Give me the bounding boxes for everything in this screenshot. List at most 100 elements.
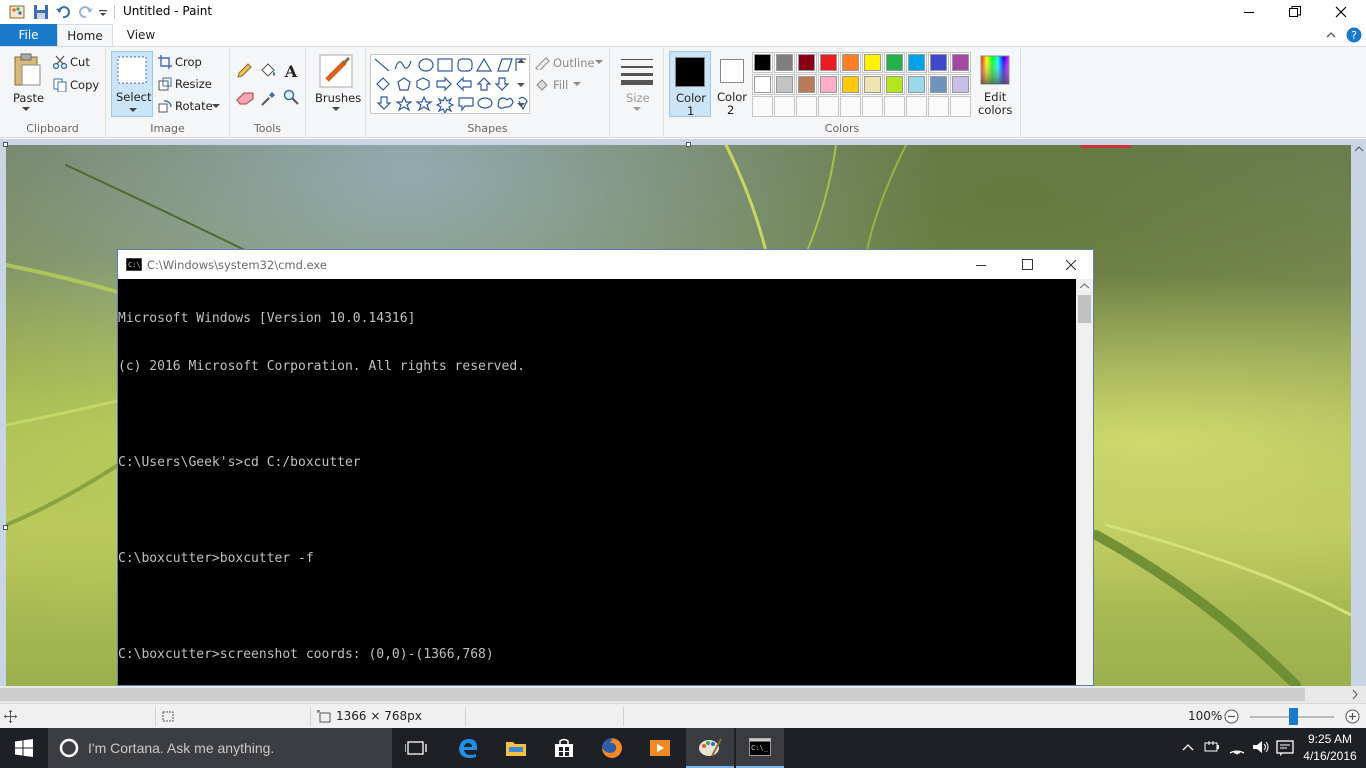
palette-empty-swatch[interactable] — [840, 96, 861, 117]
action-center-icon[interactable] — [1276, 740, 1294, 756]
palette-color-swatch[interactable] — [752, 74, 773, 95]
help-icon[interactable]: ? — [1346, 27, 1362, 43]
cmd-minimize-button[interactable] — [958, 250, 1004, 279]
crop-button[interactable]: Crop — [175, 55, 202, 69]
fill-dropdown-icon[interactable] — [573, 82, 581, 88]
text-icon[interactable]: A — [283, 62, 299, 80]
canvas-resize-handle-left[interactable] — [3, 525, 8, 530]
palette-color-swatch[interactable] — [774, 74, 795, 95]
show-hidden-icons-icon[interactable] — [1182, 742, 1194, 752]
cmd-close-button[interactable] — [1048, 250, 1094, 279]
palette-color-swatch[interactable] — [928, 52, 949, 73]
media-taskbar-button[interactable] — [636, 728, 684, 768]
palette-color-swatch[interactable] — [862, 52, 883, 73]
cut-button[interactable]: Cut — [70, 55, 90, 69]
fill-bucket-icon[interactable] — [259, 62, 277, 80]
cmd-maximize-button[interactable] — [1004, 250, 1050, 279]
crop-icon[interactable] — [158, 55, 172, 69]
palette-empty-swatch[interactable] — [774, 96, 795, 117]
palette-color-swatch[interactable] — [884, 74, 905, 95]
minimize-ribbon-icon[interactable] — [1325, 30, 1337, 40]
magnifier-icon[interactable] — [283, 89, 299, 107]
cmd-scroll-thumb[interactable] — [1078, 295, 1091, 323]
paste-label[interactable]: Paste — [13, 91, 44, 105]
rotate-icon[interactable] — [158, 99, 172, 113]
copy-button[interactable]: Copy — [70, 78, 99, 92]
outline-icon[interactable] — [534, 56, 550, 70]
customize-qat-icon[interactable] — [98, 3, 108, 21]
cmd-title-bar[interactable]: C:\ C:\Windows\system32\cmd.exe — [118, 250, 1093, 279]
horizontal-scrollbar[interactable] — [0, 686, 1366, 703]
palette-color-swatch[interactable] — [950, 52, 971, 73]
palette-color-swatch[interactable] — [774, 52, 795, 73]
palette-empty-swatch[interactable] — [906, 96, 927, 117]
palette-empty-swatch[interactable] — [884, 96, 905, 117]
palette-color-swatch[interactable] — [906, 74, 927, 95]
size-label[interactable]: Size — [626, 91, 650, 105]
palette-color-swatch[interactable] — [840, 52, 861, 73]
cmd-window[interactable]: C:\ C:\Windows\system32\cmd.exe Microsof… — [117, 249, 1094, 702]
palette-color-swatch[interactable] — [818, 74, 839, 95]
task-view-button[interactable] — [392, 728, 440, 768]
firefox-taskbar-button[interactable] — [588, 728, 636, 768]
palette-empty-swatch[interactable] — [796, 96, 817, 117]
shapes-gallery[interactable] — [370, 54, 530, 115]
pencil-icon[interactable] — [236, 63, 252, 79]
resize-icon[interactable] — [158, 77, 172, 91]
color2-button[interactable]: Color 2 — [714, 51, 752, 117]
wifi-icon[interactable] — [1228, 739, 1246, 755]
paste-dropdown-icon[interactable] — [22, 107, 30, 113]
cmd-taskbar-button[interactable]: C:\_ — [736, 728, 784, 768]
select-button[interactable]: Select — [111, 51, 153, 117]
restore-button[interactable] — [1272, 0, 1318, 24]
close-button[interactable] — [1318, 0, 1364, 24]
redo-icon[interactable] — [78, 3, 94, 21]
volume-icon[interactable] — [1252, 740, 1270, 754]
save-icon[interactable] — [33, 3, 49, 21]
brushes-icon[interactable] — [319, 54, 353, 88]
store-taskbar-button[interactable] — [540, 728, 588, 768]
palette-color-swatch[interactable] — [862, 74, 883, 95]
tab-file[interactable]: File — [0, 24, 57, 46]
edge-taskbar-button[interactable] — [444, 728, 492, 768]
cortana-search-box[interactable]: I'm Cortana. Ask me anything. — [48, 728, 392, 768]
outline-button[interactable]: Outline — [553, 56, 595, 70]
vscroll-up-arrow[interactable] — [1353, 143, 1365, 153]
color-picker-icon[interactable] — [260, 89, 276, 107]
palette-empty-swatch[interactable] — [818, 96, 839, 117]
palette-color-swatch[interactable] — [884, 52, 905, 73]
outline-dropdown-icon[interactable] — [595, 60, 603, 66]
scroll-up-icon[interactable] — [1079, 282, 1090, 290]
size-dropdown-icon[interactable] — [633, 107, 641, 113]
tab-home[interactable]: Home — [57, 24, 113, 46]
cmd-output[interactable]: Microsoft Windows [Version 10.0.14316] (… — [118, 279, 1076, 702]
zoom-in-icon[interactable] — [1345, 709, 1360, 724]
brushes-dropdown-icon[interactable] — [332, 107, 340, 113]
palette-color-swatch[interactable] — [928, 74, 949, 95]
cmd-scrollbar[interactable] — [1076, 279, 1093, 685]
cut-icon[interactable] — [53, 55, 67, 69]
fill-icon[interactable] — [534, 78, 550, 92]
canvas-resize-handle-top[interactable] — [686, 142, 691, 147]
zoom-out-icon[interactable] — [1224, 709, 1239, 724]
palette-color-swatch[interactable] — [906, 52, 927, 73]
palette-empty-swatch[interactable] — [928, 96, 949, 117]
palette-color-swatch[interactable] — [796, 52, 817, 73]
palette-color-swatch[interactable] — [950, 74, 971, 95]
minimize-button[interactable] — [1226, 0, 1272, 24]
size-icon[interactable] — [621, 57, 653, 85]
tab-view[interactable]: View — [113, 24, 169, 46]
hscroll-thumb[interactable] — [0, 688, 1305, 701]
paint-taskbar-button[interactable] — [686, 728, 734, 768]
system-clock[interactable]: 9:25 AM 4/16/2016 — [1298, 731, 1362, 765]
battery-plug-icon[interactable] — [1204, 740, 1220, 754]
rotate-button[interactable]: Rotate — [175, 99, 213, 113]
file-explorer-taskbar-button[interactable] — [492, 728, 540, 768]
palette-color-swatch[interactable] — [840, 74, 861, 95]
palette-empty-swatch[interactable] — [862, 96, 883, 117]
eraser-icon[interactable] — [236, 91, 254, 105]
rotate-dropdown-icon[interactable] — [212, 104, 220, 110]
resize-button[interactable]: Resize — [175, 77, 212, 91]
scroll-right-icon[interactable] — [1350, 689, 1360, 700]
palette-color-swatch[interactable] — [796, 74, 817, 95]
